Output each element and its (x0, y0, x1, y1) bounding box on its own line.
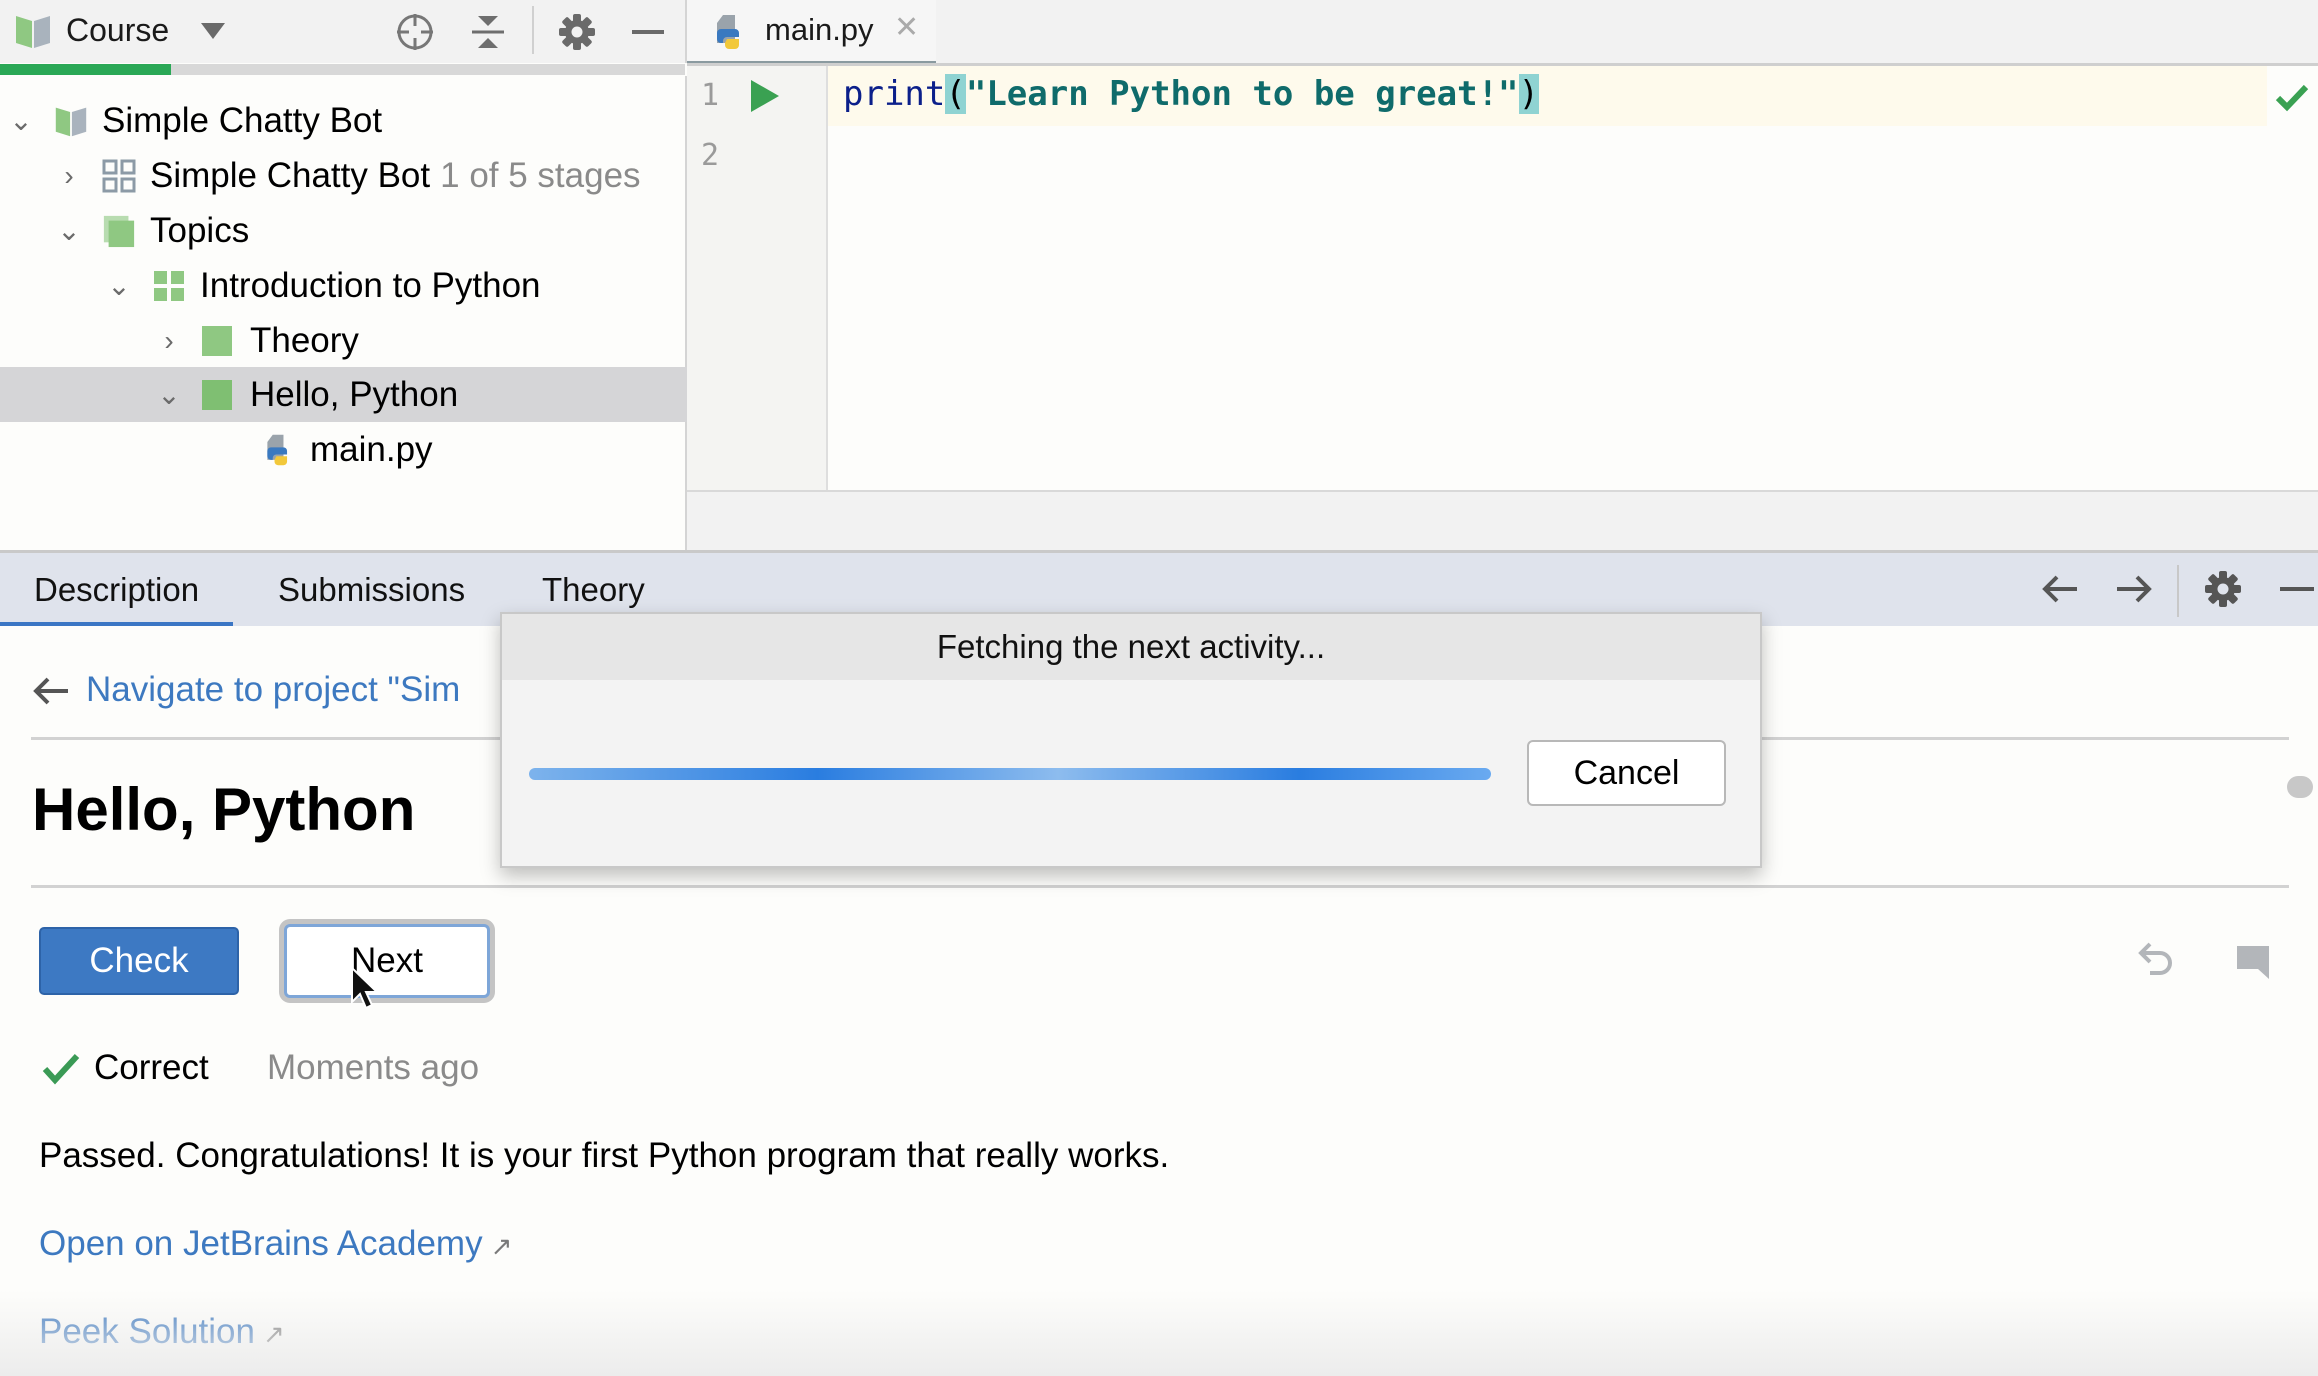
task-icon (202, 325, 232, 356)
line-number: 2 (701, 138, 720, 173)
minimize-icon[interactable] (2274, 567, 2318, 611)
course-book-icon (16, 16, 50, 48)
scrollbar-thumb[interactable] (2287, 776, 2313, 798)
project-grid-icon (102, 159, 136, 192)
tab-submissions[interactable]: Submissions (278, 571, 465, 609)
fetch-progress-fill (529, 768, 1491, 780)
project-tree: ⌄ Simple Chatty Bot › Simple Chatty Bot … (0, 76, 839, 550)
code-string: "Learn Python to be great!" (965, 74, 1519, 114)
code-brace-open: ( (945, 74, 966, 114)
check-button[interactable]: Check (39, 927, 239, 995)
bottom-fade (0, 1290, 2318, 1376)
collapse-all-icon[interactable] (466, 10, 510, 54)
tree-item-label: Topics (150, 210, 250, 250)
code-function: print (843, 74, 946, 114)
progress-dialog: Fetching the next activity... Cancel (500, 612, 1762, 868)
task-title: Hello, Python (32, 776, 416, 843)
back-arrow-icon[interactable] (32, 676, 70, 706)
feedback-message: Passed. Congratulations! It is your firs… (39, 1136, 1170, 1175)
forward-arrow-icon[interactable] (2112, 567, 2156, 611)
code-brace-close: ) (1518, 74, 1540, 114)
back-arrow-icon[interactable] (2038, 567, 2082, 611)
tree-item-label: Hello, Python (250, 374, 459, 414)
chevron-down-icon[interactable] (200, 22, 226, 40)
navigate-to-project-link[interactable]: Navigate to project "Sim (86, 670, 460, 710)
chevron-down-icon[interactable]: ⌄ (6, 104, 36, 137)
minimize-icon[interactable] (626, 10, 670, 54)
locate-icon[interactable] (393, 10, 437, 54)
result-timestamp: Moments ago (267, 1048, 480, 1087)
python-file-icon (267, 434, 288, 465)
editor-tab-label: main.py (765, 12, 874, 47)
result-status: Correct (94, 1048, 209, 1087)
check-icon (42, 1053, 80, 1085)
gear-icon[interactable] (555, 10, 599, 54)
link-label: Open on JetBrains Academy (39, 1224, 483, 1263)
code-line-1[interactable]: print("Learn Python to be great!") (843, 74, 1540, 114)
tree-item-project-stages[interactable]: › Simple Chatty Bot 1 of 5 stages (0, 148, 739, 203)
toolbar-separator (2177, 565, 2179, 617)
project-toolbar: Course (0, 0, 687, 63)
course-book-icon (55, 107, 87, 136)
chevron-down-icon[interactable]: ⌄ (104, 269, 134, 302)
chevron-right-icon[interactable]: › (154, 325, 184, 357)
editor-gutter: 1 2 (687, 66, 828, 490)
gear-icon[interactable] (2201, 567, 2245, 611)
code-editor[interactable]: 1 2 print("Learn Python to be great!") (687, 66, 2318, 490)
project-view-selector[interactable]: Course (66, 12, 169, 49)
task-icon (202, 379, 232, 410)
editor-bottom-strip (687, 490, 2318, 552)
cancel-button[interactable]: Cancel (1527, 740, 1726, 806)
tree-item-label: Simple Chatty Bot (102, 100, 383, 140)
divider (31, 885, 2289, 888)
run-icon[interactable] (749, 78, 781, 114)
tree-item-lesson[interactable]: ⌄ Introduction to Python (0, 258, 789, 313)
course-progress-fill (0, 64, 172, 75)
python-file-icon (717, 15, 739, 49)
tree-item-course[interactable]: ⌄ Simple Chatty Bot (0, 93, 691, 148)
chevron-down-icon[interactable]: ⌄ (54, 214, 84, 247)
check-icon (2275, 84, 2309, 112)
comment-icon[interactable] (2236, 945, 2270, 979)
editor-tab-main-py[interactable]: main.py ✕ (687, 0, 936, 67)
open-on-academy-link[interactable]: Open on JetBrains Academy ↗ (39, 1224, 512, 1264)
chevron-down-icon[interactable]: ⌄ (154, 378, 184, 411)
close-tab-icon[interactable]: ✕ (894, 10, 919, 45)
line-number: 1 (701, 78, 720, 113)
reset-icon[interactable] (2138, 942, 2176, 978)
mouse-cursor-icon (351, 966, 380, 1010)
tree-item-label: main.py (310, 429, 433, 469)
tab-theory[interactable]: Theory (542, 571, 645, 609)
next-button[interactable]: Next (284, 924, 490, 998)
chevron-right-icon[interactable]: › (54, 160, 84, 192)
dialog-title: Fetching the next activity... (502, 614, 1760, 680)
tree-item-label: Simple Chatty Bot (150, 155, 431, 195)
lesson-grid-icon (154, 270, 184, 301)
fetch-progress-bar (529, 768, 1491, 780)
editor-tab-bar: main.py ✕ (687, 0, 2318, 67)
tree-item-label: Introduction to Python (200, 265, 541, 305)
course-progress-bar (0, 64, 685, 75)
tree-item-stages: 1 of 5 stages (440, 155, 641, 195)
tree-item-topics[interactable]: ⌄ Topics (0, 203, 739, 258)
section-icon (103, 215, 135, 247)
tab-description[interactable]: Description (0, 571, 234, 628)
toolbar-separator (532, 6, 534, 54)
tree-item-label: Theory (250, 320, 359, 360)
external-link-icon: ↗ (490, 1231, 513, 1261)
